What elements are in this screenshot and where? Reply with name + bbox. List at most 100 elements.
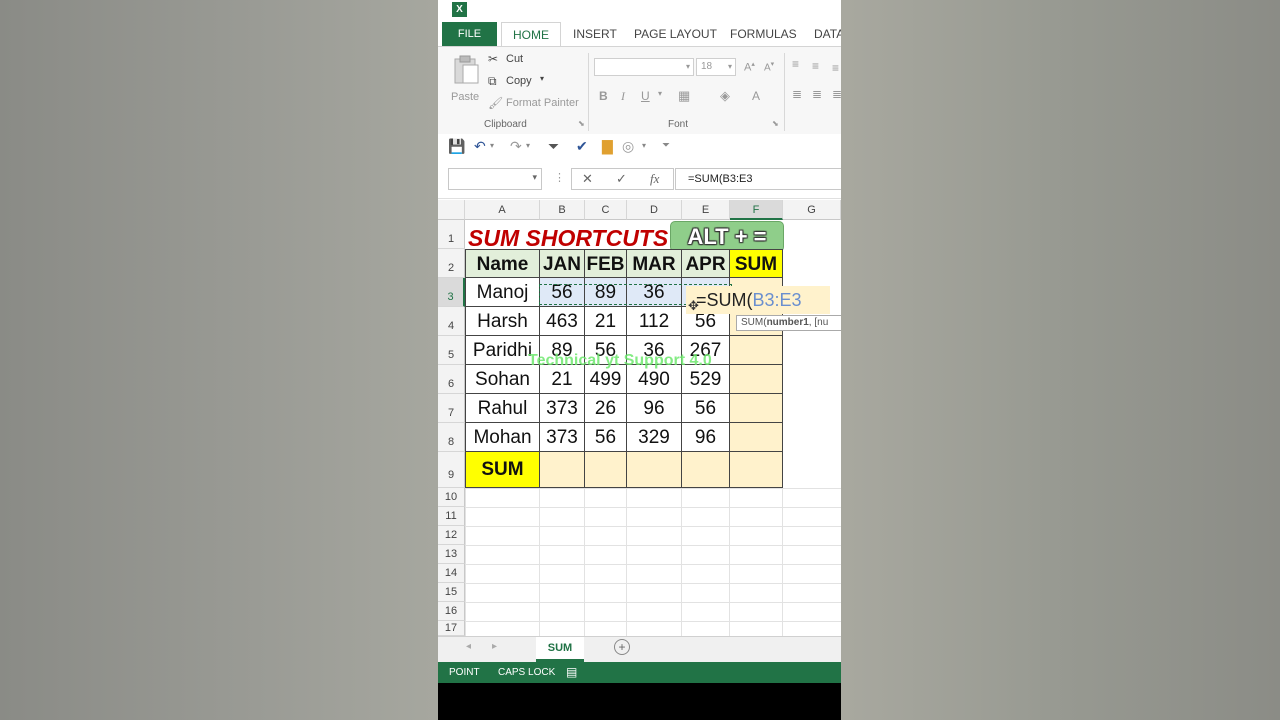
cell-e7[interactable]: 56 [682,394,730,423]
save-icon[interactable]: 💾 [448,137,465,155]
align-middle-icon[interactable]: ≡ [812,59,819,73]
select-all-corner[interactable] [438,200,465,220]
column-header-f[interactable]: F [730,200,783,220]
cell-c8[interactable]: 56 [585,423,627,452]
row-header[interactable]: 5 [438,336,465,365]
page-layout-icon[interactable]: ▤ [566,662,577,683]
copy-button[interactable]: ⧉ Copy ▾ [488,74,558,92]
folder-icon[interactable]: ▇ [602,137,613,155]
dialog-launcher-icon[interactable]: ⬊ [578,119,585,128]
format-painter-button[interactable]: 🖌 Format Painter [488,96,583,114]
grow-font-icon[interactable]: A▴ [744,60,755,74]
tab-home[interactable]: HOME [501,22,561,46]
row-header[interactable]: 3 [438,278,465,307]
cell-editor[interactable]: =SUM(B3:E3 [686,286,830,314]
row-header[interactable]: 7 [438,394,465,423]
cell-c4[interactable]: 21 [585,307,627,336]
cell-d3[interactable]: 36 [627,278,682,307]
cell-d8[interactable]: 329 [627,423,682,452]
scroll-right-icon[interactable]: ▸ [492,641,497,652]
cell-f2[interactable]: SUM [730,249,783,278]
tab-page-layout[interactable]: PAGE LAYOUT [634,22,717,46]
column-header-g[interactable]: G [783,200,841,220]
align-bottom-icon[interactable]: ≡ [832,61,839,75]
cell-f8[interactable] [730,423,783,452]
cell-a7[interactable]: Rahul [465,394,540,423]
cell-c2[interactable]: FEB [585,249,627,278]
font-name-select[interactable]: ▾ [594,58,694,76]
cut-button[interactable]: ✂ Cut [488,52,548,70]
cell-d7[interactable]: 96 [627,394,682,423]
camera-icon[interactable]: ◎ [622,137,634,155]
paste-button[interactable]: Paste [448,53,484,113]
font-color-icon[interactable]: A [752,89,760,103]
row-header[interactable]: 2 [438,249,465,278]
row-header[interactable]: 4 [438,307,465,336]
enter-icon[interactable]: ✓ [616,171,627,187]
row-header[interactable]: 16 [438,602,465,621]
cancel-icon[interactable]: ✕ [582,171,593,187]
cell-b3[interactable]: 56 [540,278,585,307]
cell-a2[interactable]: Name [465,249,540,278]
row-header[interactable]: 15 [438,583,465,602]
row-header[interactable]: 8 [438,423,465,452]
cell-d4[interactable]: 112 [627,307,682,336]
row-header[interactable]: 12 [438,526,465,545]
column-header-e[interactable]: E [682,200,730,220]
sheet-tab-sum[interactable]: SUM [536,637,584,662]
cell-f6[interactable] [730,365,783,394]
italic-button[interactable]: I [621,89,625,104]
customize-toolbar-icon[interactable]: ⏷ [662,137,670,155]
align-left-icon[interactable]: ≣ [792,87,802,101]
cell-f5[interactable] [730,336,783,365]
column-header-d[interactable]: D [627,200,682,220]
column-header-a[interactable]: A [465,200,540,220]
tab-insert[interactable]: INSERT [573,22,617,46]
cell-b9[interactable] [540,452,585,488]
row-header[interactable]: 6 [438,365,465,394]
cell-b4[interactable]: 463 [540,307,585,336]
font-size-select[interactable]: 18 ▾ [696,58,736,76]
cell-c9[interactable] [585,452,627,488]
row-header[interactable]: 1 [438,220,465,249]
cell-e2[interactable]: APR [682,249,730,278]
row-header[interactable]: 13 [438,545,465,564]
dialog-launcher-icon[interactable]: ⬊ [772,119,779,128]
cell-b7[interactable]: 373 [540,394,585,423]
cell-d9[interactable] [627,452,682,488]
row-header[interactable]: 14 [438,564,465,583]
formula-input[interactable]: =SUM(B3:E3 [675,168,841,190]
cell-b8[interactable]: 373 [540,423,585,452]
column-header-c[interactable]: C [585,200,627,220]
row-header[interactable]: 9 [438,452,465,488]
scroll-left-icon[interactable]: ◂ [466,641,471,652]
cell-a4[interactable]: Harsh [465,307,540,336]
cell-f9[interactable] [730,452,783,488]
cell-a3[interactable]: Manoj [465,278,540,307]
bold-button[interactable]: B [599,89,608,103]
shrink-font-icon[interactable]: A▾ [764,60,774,73]
column-header-b[interactable]: B [540,200,585,220]
cell-b2[interactable]: JAN [540,249,585,278]
fill-color-icon[interactable]: ◈ [720,88,730,104]
row-header[interactable]: 11 [438,507,465,526]
name-box[interactable]: ▾ [448,168,542,190]
cell-a8[interactable]: Mohan [465,423,540,452]
cell-d2[interactable]: MAR [627,249,682,278]
underline-button[interactable]: U [641,89,650,103]
cell-a9[interactable]: SUM [465,452,540,488]
borders-icon[interactable]: ▦ [678,88,690,104]
insert-function-icon[interactable]: fx [650,171,659,187]
cell-f7[interactable] [730,394,783,423]
align-right-icon[interactable]: ≣ [832,87,841,101]
tab-data[interactable]: DATA [814,22,841,46]
cell-c7[interactable]: 26 [585,394,627,423]
cell-e9[interactable] [682,452,730,488]
tab-formulas[interactable]: FORMULAS [730,22,797,46]
spelling-icon[interactable]: ✔ [576,137,588,155]
filter-icon[interactable]: ⏷ [548,137,559,155]
redo-icon[interactable]: ↷ [510,137,522,155]
cell-e8[interactable]: 96 [682,423,730,452]
add-sheet-icon[interactable]: + [614,639,630,655]
row-header[interactable]: 10 [438,488,465,507]
